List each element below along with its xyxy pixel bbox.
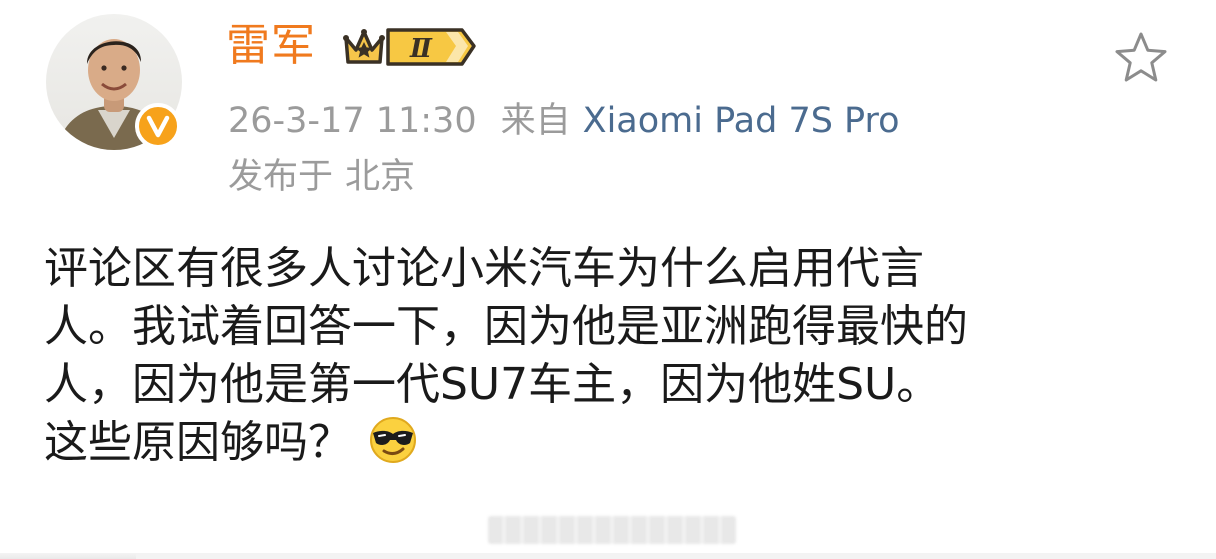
bottom-divider [136, 553, 1216, 559]
post-body: 评论区有很多人讨论小米汽车为什么启用代言 人。我试着回答一下，因为他是亚洲跑得最… [44, 240, 1174, 472]
location-value: 北京 [345, 157, 416, 197]
username[interactable]: 雷军 [226, 16, 316, 76]
cool-sunglasses-emoji [370, 417, 416, 463]
crown-level-icon[interactable]: Ⅱ [342, 24, 478, 70]
post-time[interactable]: 26-3-17 11:30 [228, 101, 477, 141]
star-outline-icon[interactable] [1112, 29, 1170, 87]
post-line-last: 这些原因够吗？ [44, 414, 1174, 472]
verified-v-icon [135, 103, 181, 149]
post-meta: 26-3-17 11:30 来自 Xiaomi Pad 7S Pro [228, 95, 900, 147]
post-line: 人。我试着回答一下，因为他是亚洲跑得最快的 [44, 301, 968, 352]
post-line: 评论区有很多人讨论小米汽车为什么启用代言 [44, 243, 924, 294]
post-line: 人，因为他是第一代SU7车主，因为他姓SU。 [44, 359, 941, 410]
source-device-link[interactable]: Xiaomi Pad 7S Pro [583, 101, 900, 141]
source-label: 来自 [500, 101, 571, 141]
post-line-text: 这些原因够吗？ [44, 417, 352, 468]
watermark-blur [488, 516, 736, 544]
location-label: 发布于 [228, 157, 334, 197]
level-badge-text: Ⅱ [409, 34, 433, 64]
post-location: 发布于 北京 [228, 151, 415, 203]
